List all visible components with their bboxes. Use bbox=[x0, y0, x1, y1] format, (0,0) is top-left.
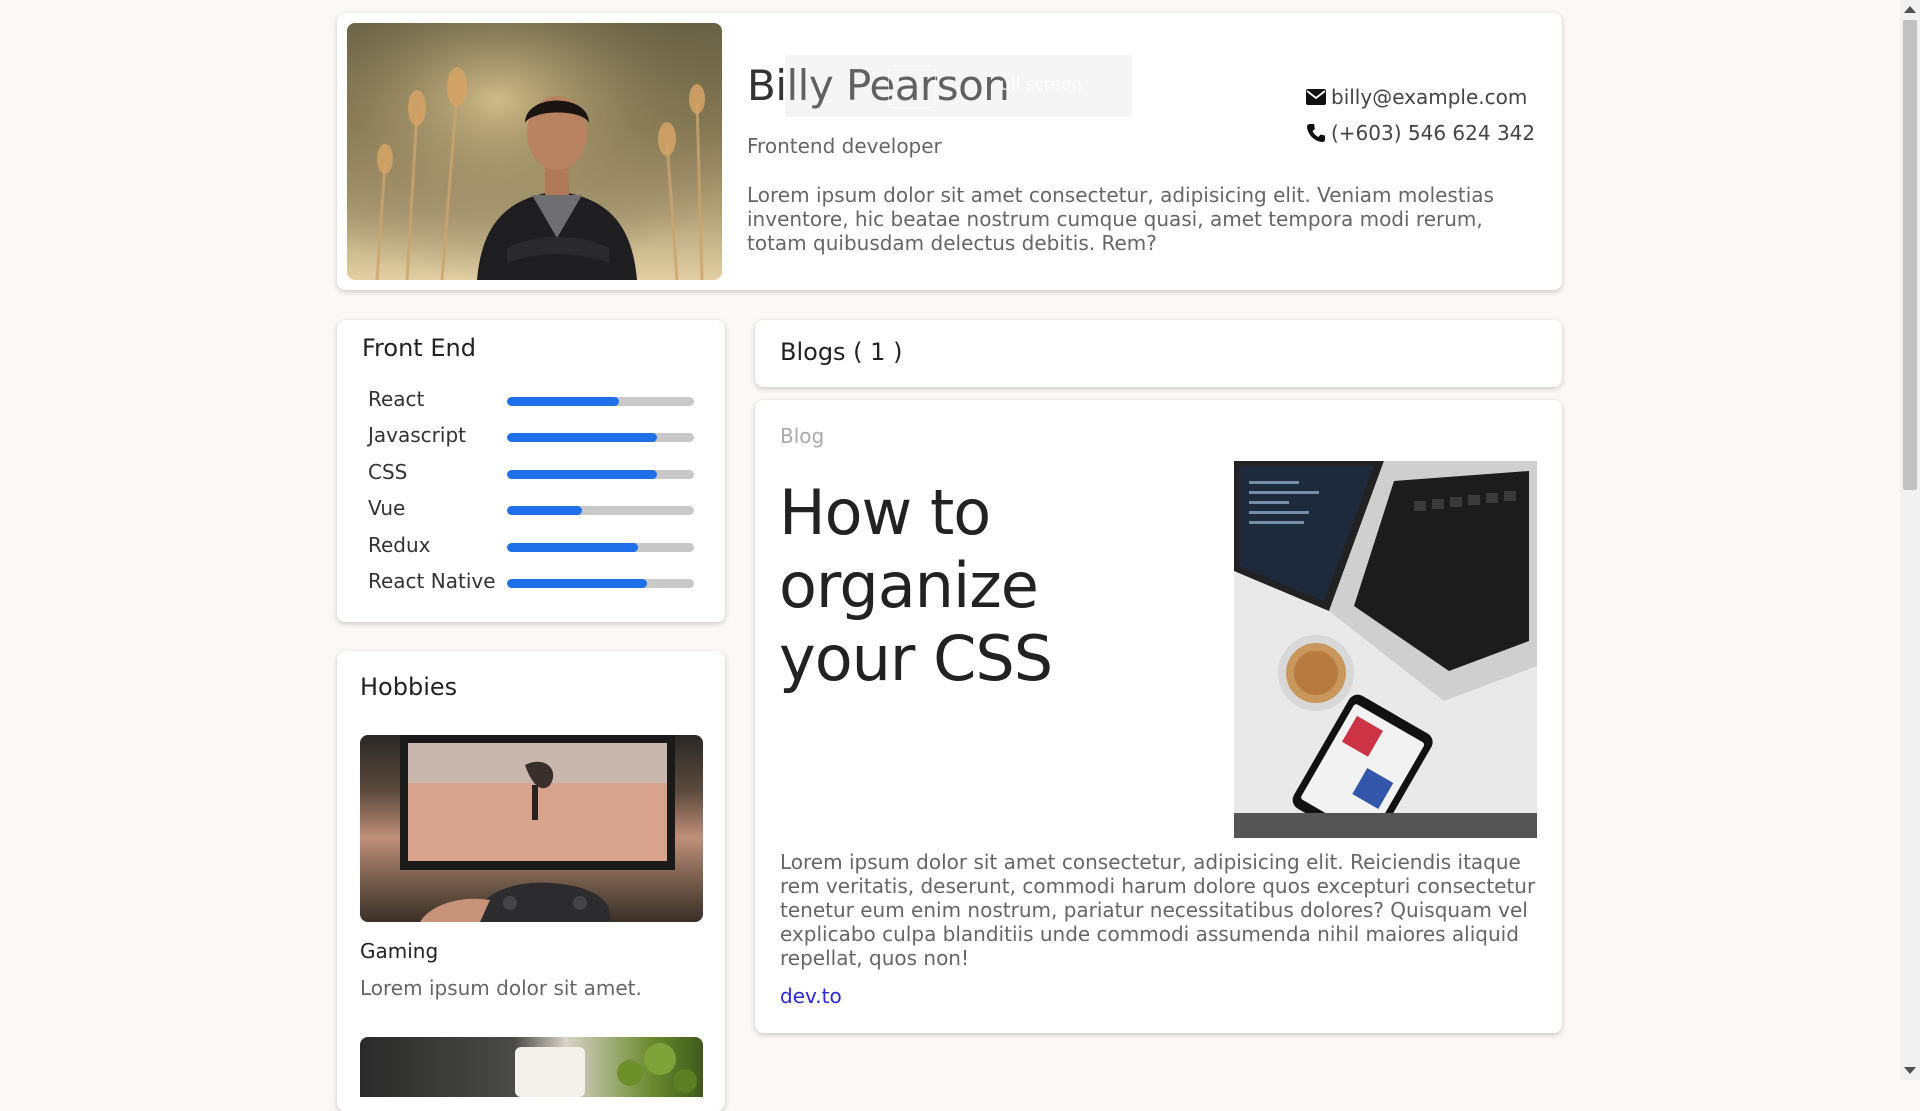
hobby-description: Lorem ipsum dolor sit amet. bbox=[360, 976, 642, 1000]
blog-title[interactable]: How to organize your CSS bbox=[779, 476, 1139, 695]
fullscreen-box-icon bbox=[888, 66, 936, 108]
scroll-down-arrow-icon[interactable] bbox=[1904, 1067, 1916, 1074]
skill-progress-fill bbox=[507, 543, 638, 552]
gaming-illustration bbox=[400, 735, 675, 922]
skill-progress-fill bbox=[507, 433, 657, 442]
skill-row: Redux bbox=[368, 533, 694, 561]
skill-row: React Native bbox=[368, 569, 694, 597]
contact-phone[interactable]: (+603) 546 624 342 bbox=[1305, 121, 1535, 145]
blog-tag: Blog bbox=[780, 424, 825, 448]
laptop-desk-illustration bbox=[1234, 461, 1537, 838]
skill-label: React Native bbox=[368, 569, 496, 593]
skill-label: Javascript bbox=[368, 423, 466, 447]
skill-progress-bar bbox=[507, 506, 694, 515]
scroll-up-arrow-icon[interactable] bbox=[1904, 6, 1916, 13]
hobbies-title: Hobbies bbox=[360, 673, 458, 701]
skill-label: Vue bbox=[368, 496, 406, 520]
contact-phone-text: (+603) 546 624 342 bbox=[1331, 121, 1536, 145]
skill-row: Vue bbox=[368, 496, 694, 524]
skills-title: Front End bbox=[362, 334, 476, 362]
blog-cover-photo bbox=[1234, 461, 1537, 838]
skill-label: React bbox=[368, 387, 425, 411]
skill-progress-fill bbox=[507, 506, 582, 515]
phone-icon bbox=[1305, 122, 1327, 144]
skill-progress-fill bbox=[507, 397, 620, 406]
envelope-icon bbox=[1305, 86, 1327, 108]
contact-email-text: billy@example.com bbox=[1331, 85, 1528, 109]
skills-card: Front End React Javascript CSS Vue Redux… bbox=[337, 320, 725, 622]
skill-progress-bar bbox=[507, 433, 694, 442]
hobby-illustration bbox=[515, 1043, 697, 1097]
skill-row: CSS bbox=[368, 460, 694, 488]
blog-post-card[interactable]: Blog How to organize your CSS Lorem ipsu… bbox=[755, 400, 1562, 1033]
hobby-name: Gaming bbox=[360, 939, 439, 963]
profile-photo bbox=[347, 23, 722, 280]
blog-excerpt: Lorem ipsum dolor sit amet consectetur, … bbox=[780, 850, 1536, 970]
hobby-photo bbox=[360, 1037, 703, 1097]
skill-progress-bar bbox=[507, 470, 694, 479]
profile-card: Billy Pearson Frontend developer Lorem i… bbox=[337, 13, 1562, 290]
blog-source-link[interactable]: dev.to bbox=[780, 984, 842, 1008]
skill-row: Javascript bbox=[368, 423, 694, 451]
profile-photo-illustration bbox=[347, 23, 722, 280]
skill-progress-bar bbox=[507, 543, 694, 552]
blogs-header-card: Blogs ( 1 ) bbox=[755, 320, 1562, 387]
skill-progress-bar bbox=[507, 397, 694, 406]
profile-role: Frontend developer bbox=[747, 134, 942, 158]
fullscreen-overlay[interactable]: ull screen bbox=[785, 55, 1132, 117]
profile-bio: Lorem ipsum dolor sit amet consectetur, … bbox=[747, 183, 1494, 255]
hobby-gaming-photo bbox=[360, 735, 703, 922]
skill-label: Redux bbox=[368, 533, 431, 557]
scrollbar-thumb[interactable] bbox=[1903, 20, 1917, 490]
skill-progress-bar bbox=[507, 579, 694, 588]
hobbies-card: Hobbies Gaming Lorem ipsum dolor sit ame… bbox=[337, 651, 725, 1111]
skill-progress-fill bbox=[507, 579, 648, 588]
skill-row: React bbox=[368, 387, 694, 415]
blogs-count-title: Blogs ( 1 ) bbox=[780, 338, 903, 366]
contact-email[interactable]: billy@example.com bbox=[1305, 85, 1527, 109]
fullscreen-overlay-text: ull screen bbox=[1000, 75, 1083, 95]
skill-label: CSS bbox=[368, 460, 408, 484]
page-scrollbar[interactable] bbox=[1900, 0, 1920, 1080]
skill-progress-fill bbox=[507, 470, 657, 479]
